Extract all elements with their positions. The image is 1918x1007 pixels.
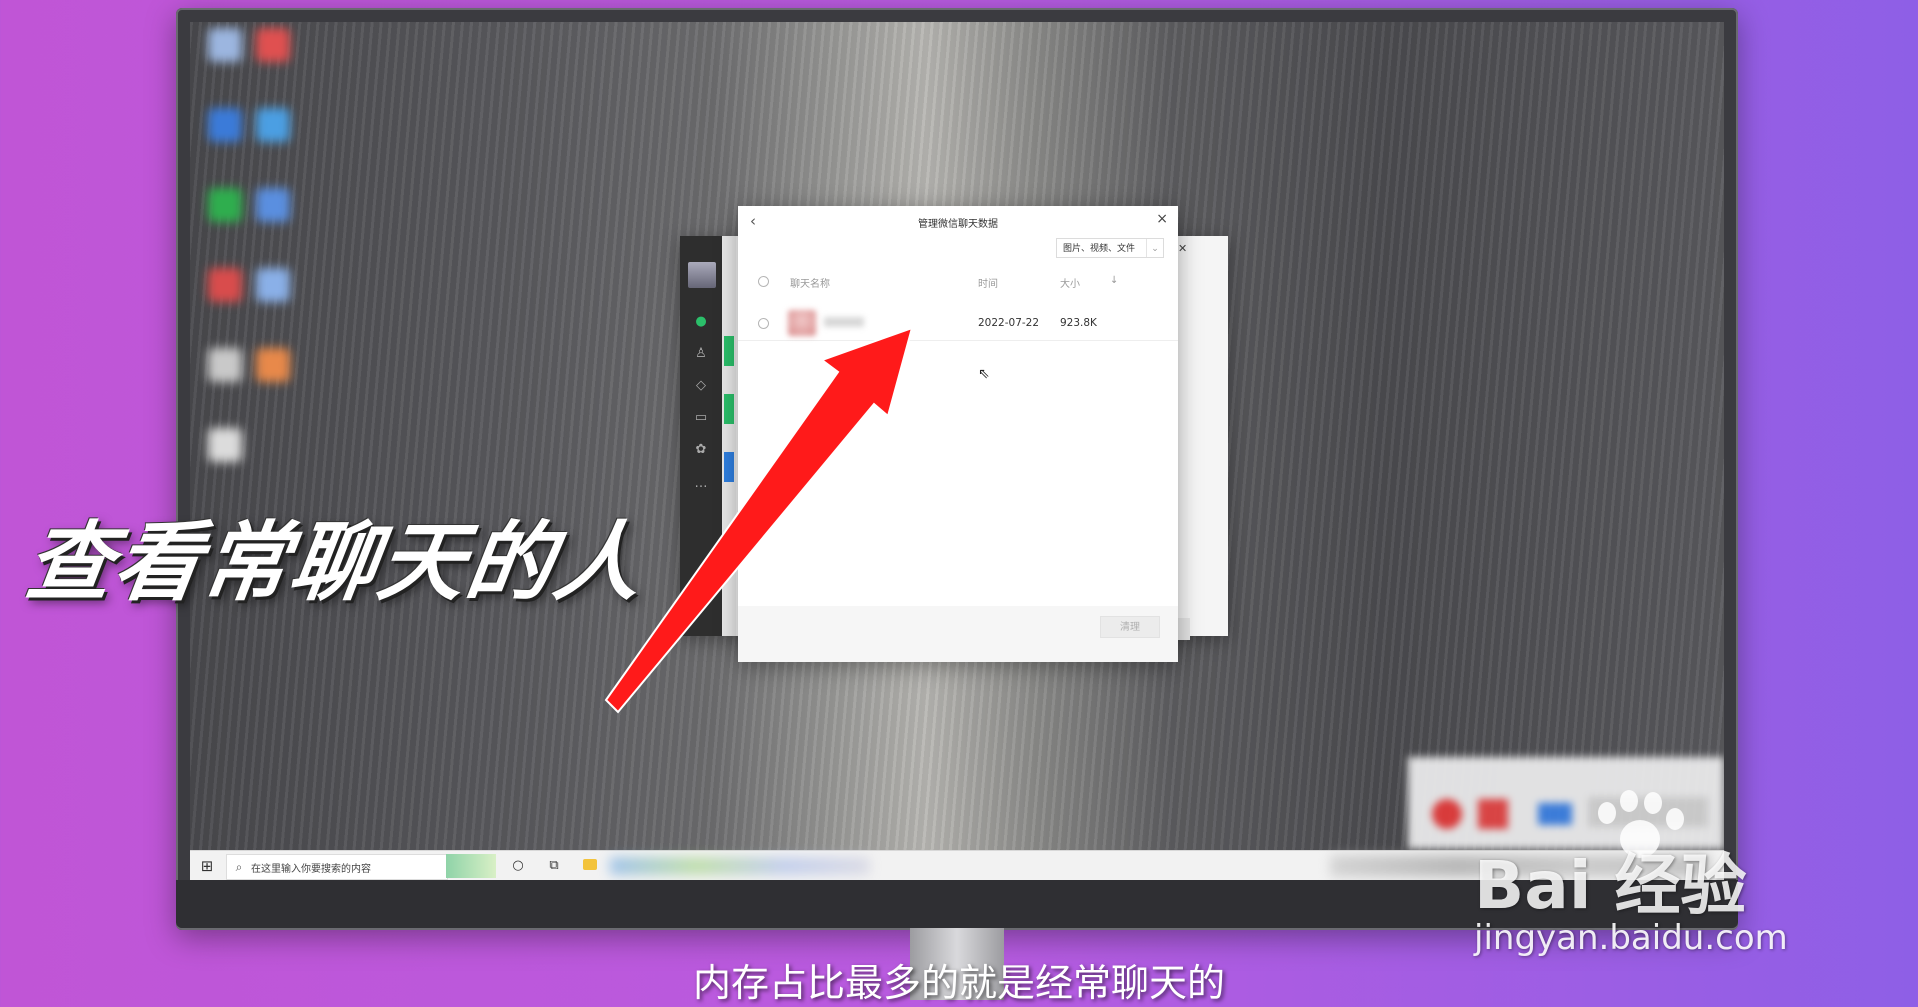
filter-value: 图片、视频、文件 <box>1063 244 1136 254</box>
row-select-radio[interactable] <box>758 318 769 329</box>
subtitle-caption: 内存占比最多的就是经常聊天的 <box>692 961 1225 1005</box>
contact-avatar-blurred <box>788 310 816 336</box>
chevron-down-icon: ⌄ <box>1146 239 1163 257</box>
contacts-icon[interactable]: ♙ <box>680 346 722 361</box>
column-name[interactable]: 聊天名称 <box>790 275 830 290</box>
manage-chat-data-dialog: ‹ 管理微信聊天数据 × 图片、视频、文件 ⌄ 聊天名称 时间 大小 ↓ 202… <box>738 206 1178 662</box>
search-placeholder: 在这里输入你要搜索的内容 <box>251 863 371 875</box>
desktop-screen: ● ♙ ◇ ▭ ✿ … ≡ ☐ ✕ (S) ‹ 管理微信聊天数据 × 图片、视频… <box>190 22 1724 880</box>
wechat-sidebar: ● ♙ ◇ ▭ ✿ … ≡ <box>680 236 722 636</box>
close-icon[interactable]: ✕ <box>1178 242 1187 255</box>
close-icon[interactable]: × <box>1156 211 1168 227</box>
mouse-cursor-icon: ⇖ <box>978 366 990 382</box>
menu-icon[interactable]: ≡ <box>680 598 722 613</box>
taskbar-apps-blurred <box>610 857 870 875</box>
column-size[interactable]: 大小 <box>1060 275 1080 290</box>
more-icon[interactable]: … <box>680 476 722 491</box>
cortana-icon[interactable]: ○ <box>508 856 528 876</box>
table-row[interactable]: 2022-07-22 923.8K <box>738 306 1178 341</box>
clean-button[interactable]: 清理 <box>1100 616 1160 638</box>
dialog-footer: 清理 <box>738 606 1178 662</box>
row-size: 923.8K <box>1060 317 1097 329</box>
desktop-icons-blurred <box>198 28 308 468</box>
table-header: 聊天名称 时间 大小 ↓ <box>738 272 1178 292</box>
select-all-radio[interactable] <box>758 276 769 287</box>
windows-start-icon[interactable]: ⊞ <box>198 857 216 875</box>
sort-desc-icon[interactable]: ↓ <box>1110 275 1118 286</box>
dialog-title: 管理微信聊天数据 <box>918 219 998 230</box>
user-avatar[interactable] <box>688 262 716 288</box>
favorites-icon[interactable]: ◇ <box>680 378 722 393</box>
column-time[interactable]: 时间 <box>978 275 998 290</box>
search-icon: ⌕ <box>235 859 243 874</box>
folder-icon[interactable] <box>583 859 597 870</box>
task-view-icon[interactable]: ⧉ <box>544 856 564 876</box>
contact-name-blurred <box>824 317 864 327</box>
chat-icon[interactable]: ● <box>680 314 722 329</box>
row-time: 2022-07-22 <box>978 317 1040 329</box>
chat-list-strip <box>722 236 736 636</box>
type-filter-select[interactable]: 图片、视频、文件 ⌄ <box>1056 238 1164 258</box>
baidu-jingyan-watermark: Bai 经验 <box>1474 847 1747 924</box>
search-illustration <box>446 854 496 878</box>
files-icon[interactable]: ▭ <box>680 410 722 425</box>
headline-caption: 查看常聊天的人 <box>19 513 650 613</box>
taskbar-search-box[interactable]: ⌕ 在这里输入你要搜索的内容 <box>226 854 448 880</box>
moments-icon[interactable]: ✿ <box>680 442 722 457</box>
watermark-url: jingyan.baidu.com <box>1474 918 1788 958</box>
